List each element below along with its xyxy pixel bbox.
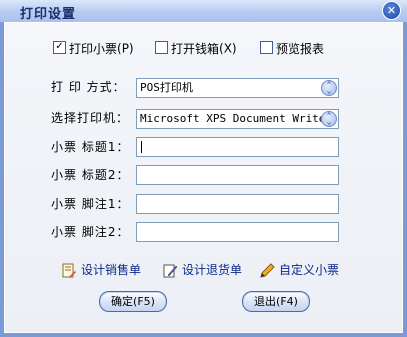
receipt-footer1-input[interactable] — [136, 194, 339, 214]
preview-report-option[interactable]: 预览报表 — [260, 40, 324, 58]
receipt-footer1-label: 小票 脚注1： — [51, 197, 130, 211]
printer-select[interactable]: Microsoft XPS Document Writer ⌃ ⌄ — [136, 109, 339, 129]
ok-button[interactable]: 确定(F5) — [99, 291, 167, 312]
dialog-title: 打印设置 — [20, 7, 77, 22]
custom-receipt-link[interactable]: 自定义小票 — [259, 261, 339, 279]
design-return-slip-label: 设计退货单 — [182, 263, 243, 277]
open-cash-drawer-shortcut: (X) — [219, 41, 237, 56]
receipt-title2-label: 小票 标题2： — [51, 168, 130, 182]
chevron-down-icon[interactable]: ⌃ ⌄ — [321, 111, 337, 127]
design-return-slip-link[interactable]: 设计退货单 — [162, 261, 242, 279]
receipt-footer2-input[interactable] — [136, 222, 339, 242]
dialog-body: ✓ 打印小票(P) 打开钱箱(X) 预览报表 打 印 方式： POS打印机 ⌃ ⌄ … — [4, 22, 403, 333]
print-settings-dialog: 打印设置 ✕ ✓ 打印小票(P) 打开钱箱(X) 预览报表 打 印 方式： POS… — [0, 0, 407, 337]
close-icon: ✕ — [386, 4, 397, 17]
edit-document-icon — [62, 263, 76, 278]
receipt-title1-label: 小票 标题1： — [51, 140, 130, 154]
print-receipt-option[interactable]: ✓ 打印小票(P) — [53, 40, 134, 58]
preview-report-checkbox[interactable] — [260, 41, 273, 54]
title-bar[interactable]: 打印设置 ✕ — [0, 0, 407, 22]
chevron-down-icon[interactable]: ⌃ ⌄ — [321, 80, 337, 96]
print-mode-label: 打 印 方式： — [51, 80, 126, 94]
printer-value: Microsoft XPS Document Writer — [140, 112, 333, 125]
text-caret — [141, 141, 142, 153]
close-button[interactable]: ✕ — [382, 1, 401, 20]
settings-panel: ✓ 打印小票(P) 打开钱箱(X) 预览报表 打 印 方式： POS打印机 ⌃ ⌄ … — [5, 23, 402, 332]
print-receipt-shortcut: (P) — [117, 41, 134, 56]
open-cash-drawer-checkbox[interactable] — [155, 41, 168, 54]
receipt-title2-input[interactable] — [136, 165, 339, 185]
print-receipt-checkbox[interactable]: ✓ — [53, 41, 66, 54]
print-mode-value: POS打印机 — [140, 81, 193, 94]
pen-document-icon — [163, 264, 178, 277]
receipt-footer2-label: 小票 脚注2： — [51, 225, 130, 239]
preview-report-label: 预览报表 — [276, 42, 325, 56]
print-mode-select[interactable]: POS打印机 ⌃ ⌄ — [136, 78, 339, 98]
open-cash-drawer-label: 打开钱箱 — [171, 42, 220, 56]
design-sales-slip-label: 设计销售单 — [81, 263, 142, 277]
receipt-title1-input[interactable] — [136, 137, 339, 157]
custom-receipt-label: 自定义小票 — [279, 263, 340, 277]
exit-button[interactable]: 退出(F4) — [242, 291, 310, 312]
pencil-icon — [260, 262, 275, 278]
design-sales-slip-link[interactable]: 设计销售单 — [61, 261, 141, 279]
printer-label: 选择打印机： — [51, 111, 130, 125]
print-receipt-label: 打印小票 — [69, 42, 118, 56]
open-cash-drawer-option[interactable]: 打开钱箱(X) — [155, 40, 237, 58]
